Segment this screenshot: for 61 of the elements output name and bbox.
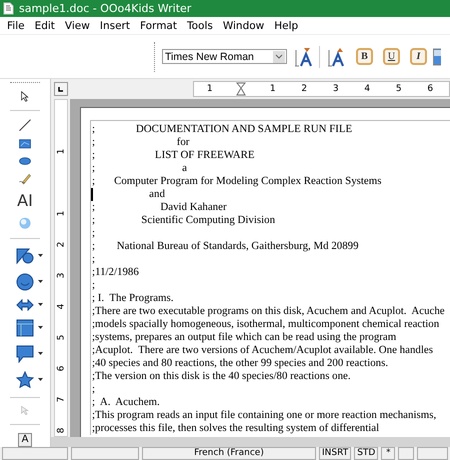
document-text-line: ; Scientific Computing Division xyxy=(92,214,276,227)
document-text-line: ; xyxy=(92,227,96,240)
ruler-number: 5 xyxy=(55,334,67,342)
ruler-number: 8 xyxy=(55,426,67,436)
document-text-line: and xyxy=(148,188,165,201)
menu-item[interactable]: Window xyxy=(218,20,270,32)
menu-item[interactable]: View xyxy=(60,20,95,32)
italic-button[interactable]: I xyxy=(410,48,427,65)
document-text-line: ; LIST OF FREEWARE xyxy=(92,149,255,162)
document-text-line: ;This program reads an input file containing one or more reaction mechanisms, xyxy=(92,409,436,422)
ruler-number: 1 xyxy=(206,84,214,94)
ruler-number: 1 xyxy=(268,84,277,94)
document-text-line: ; David Kahaner xyxy=(92,201,227,214)
ruler-number: 1 xyxy=(55,210,67,218)
status-bar-field: STD xyxy=(354,447,378,460)
ruler-number: 4 xyxy=(363,84,372,94)
status-bar-field: * xyxy=(381,447,396,460)
menu-item[interactable]: File xyxy=(2,20,30,32)
menu-item[interactable]: Edit xyxy=(30,20,60,32)
menu-item[interactable]: Help xyxy=(269,20,304,32)
document-text-line: ;11/2/1986 xyxy=(92,266,139,279)
ruler-number: 5 xyxy=(394,84,403,94)
window-title: sample1.doc - OOo4Kids Writer xyxy=(19,2,192,15)
document-text-line: ; a xyxy=(92,162,187,175)
ruler-number: 3 xyxy=(55,272,67,280)
document-text-line: ;Acuplot. There are two versions of Acuchem/Acuplot available. One handles xyxy=(92,344,433,357)
document-text-line: ; xyxy=(92,253,96,266)
fontwork-icon[interactable]: AI xyxy=(17,193,33,210)
ruler-number: 3 xyxy=(332,84,340,94)
menu-item[interactable]: Tools xyxy=(182,20,218,32)
ruler-number: 2 xyxy=(300,84,308,94)
status-bar-field: INSRT xyxy=(319,447,352,460)
menu-item[interactable]: Format xyxy=(134,20,182,32)
ruler-number: 6 xyxy=(55,364,67,374)
document-text-line: ;processes this file, then solves the resulting system of differential xyxy=(92,422,380,435)
ruler-number: 1 xyxy=(55,148,67,156)
text-box-icon[interactable]: A xyxy=(18,432,32,447)
document-text-line: ; Computer Program for Modeling Complex Reaction Systems xyxy=(92,175,382,188)
font-name-field[interactable]: Times New Roman xyxy=(162,49,287,64)
document-text-line: ;The version on this disk is the 40 species/80 reactions one. xyxy=(92,370,351,383)
document-text-line: ;models spacially homogeneous, isothermal, multicomponent chemical reaction xyxy=(92,318,440,331)
document-text-line: ; xyxy=(92,279,96,292)
menu-item[interactable]: Insert xyxy=(94,20,135,32)
status-bar-field: French (France) xyxy=(142,447,316,460)
ruler-number: 6 xyxy=(426,84,434,94)
document-text-line: ; DOCUMENTATION AND SAMPLE RUN FILE xyxy=(92,123,352,136)
vertical-ruler[interactable]: 1 1 2 3 4 5 6 7 8 xyxy=(54,99,68,437)
ruler-number: 4 xyxy=(55,302,67,312)
underline-button[interactable]: U xyxy=(383,48,400,65)
document-text-line: ; A. Acuchem. xyxy=(92,396,160,409)
document-text-line: ;40 species and 80 reactions, the other 99 species and 200 reactions. xyxy=(92,357,388,370)
ruler-number: 7 xyxy=(55,396,67,404)
document-text-line: ; for xyxy=(92,136,190,149)
document-text-line: ;systems, prepares an output file which can be read using the program xyxy=(92,331,396,344)
document-text-line: ; xyxy=(92,383,96,396)
document-text-line: ;There are two executable programs on this disk, Acuchem and Acuplot. Acuche xyxy=(92,305,445,318)
bold-button[interactable]: B xyxy=(356,48,373,65)
document-text-line: ; National Bureau of Standards, Gaithersburg, Md 20899 xyxy=(92,240,359,253)
horizontal-ruler[interactable]: 1 1 2 3 4 5 6 xyxy=(193,81,450,97)
document-text-line: ; I. The Programs. xyxy=(92,292,174,305)
ruler-number: 2 xyxy=(55,240,67,250)
